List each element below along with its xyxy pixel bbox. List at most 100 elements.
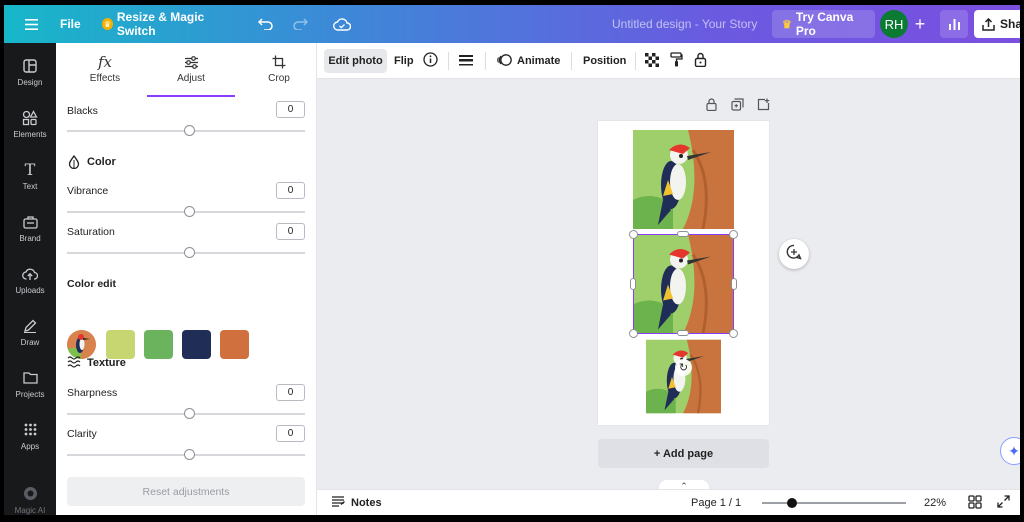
file-menu-button[interactable]: File <box>60 5 90 43</box>
rail-item-apps[interactable]: Apps <box>4 411 56 461</box>
color-edit-label: Color edit <box>67 278 116 290</box>
resize-handle-s[interactable] <box>677 330 689 336</box>
rotate-handle[interactable]: ↻ <box>675 359 692 376</box>
resize-handle-se[interactable] <box>729 329 738 338</box>
border-style-button[interactable] <box>459 49 473 73</box>
notes-button[interactable]: Notes <box>331 490 382 515</box>
rail-item-uploads[interactable]: Uploads <box>4 255 56 305</box>
blacks-label: Blacks <box>67 105 98 117</box>
blacks-slider-knob[interactable] <box>184 125 195 136</box>
rail-item-brand[interactable]: Brand <box>4 203 56 253</box>
clarity-value-input[interactable]: 0 <box>276 425 305 442</box>
woodpecker-image[interactable] <box>646 339 721 414</box>
tab-crop[interactable]: Crop <box>235 51 316 99</box>
color-swatch-photo[interactable] <box>67 330 96 359</box>
resize-handle-w[interactable] <box>630 278 636 290</box>
resize-handle-nw[interactable] <box>629 230 638 239</box>
resize-handle-e[interactable] <box>731 278 737 290</box>
design-page[interactable]: ↻ <box>598 121 769 425</box>
save-status-button[interactable] <box>330 5 354 43</box>
hamburger-icon <box>24 18 38 30</box>
woodpecker-image[interactable] <box>633 130 734 229</box>
color-swatch[interactable] <box>220 330 249 359</box>
transparency-button[interactable] <box>645 49 659 73</box>
insights-button[interactable] <box>940 10 968 38</box>
crop-icon <box>272 51 286 73</box>
clarity-slider-knob[interactable] <box>184 449 195 460</box>
user-avatar[interactable]: RH <box>880 10 908 38</box>
blacks-value-input[interactable]: 0 <box>276 101 305 118</box>
flip-button[interactable]: Flip <box>394 49 414 73</box>
rail-item-magic-ai[interactable]: Magic AI <box>4 475 56 515</box>
grid-view-button[interactable] <box>968 490 982 515</box>
animate-button[interactable]: Animate <box>497 49 560 73</box>
rail-label: Text <box>22 181 38 191</box>
rail-label: Elements <box>13 129 47 139</box>
zoom-slider-track[interactable] <box>762 502 906 504</box>
animate-label: Animate <box>517 55 561 67</box>
document-title[interactable]: Untitled design - Your Story <box>612 5 764 43</box>
canvas-area: Edit photo Flip Animate Position ↻ + Add… <box>317 43 1020 515</box>
rail-item-design[interactable]: Design <box>4 47 56 97</box>
rail-item-elements[interactable]: Elements <box>4 99 56 149</box>
left-rail: Design Elements T Text Brand Uploads Dra… <box>4 43 56 515</box>
redo-button[interactable] <box>289 5 311 43</box>
try-pro-button[interactable]: ♛ Try Canva Pro <box>772 10 875 38</box>
resize-handle-n[interactable] <box>677 231 689 237</box>
position-button[interactable]: Position <box>583 49 626 73</box>
resize-handle-ne[interactable] <box>729 230 738 239</box>
lock-icon <box>705 98 717 116</box>
info-button[interactable] <box>423 49 438 73</box>
reset-adjustments-button[interactable]: Reset adjustments <box>67 477 305 506</box>
add-member-button[interactable]: + <box>912 5 928 43</box>
color-swatch[interactable] <box>144 330 173 359</box>
edit-photo-button[interactable]: Edit photo <box>324 49 387 73</box>
zoom-slider-knob[interactable] <box>787 498 797 508</box>
resize-button[interactable]: ♛ Resize & Magic Switch <box>102 5 234 43</box>
duplicate-page-button[interactable] <box>729 98 745 115</box>
sharpness-value-input[interactable]: 0 <box>276 384 305 401</box>
rail-item-draw[interactable]: Draw <box>4 307 56 357</box>
add-page-button[interactable]: + Add page <box>598 439 769 468</box>
page-indicator[interactable]: Page 1 / 1 <box>691 490 741 515</box>
rotate-icon: ↻ <box>678 362 689 374</box>
fx-icon: fx <box>97 53 112 71</box>
sharpness-slider-knob[interactable] <box>184 408 195 419</box>
crown-icon: ♛ <box>102 18 113 30</box>
tab-effects[interactable]: fx Effects <box>61 51 149 99</box>
droplet-icon <box>67 155 81 169</box>
color-swatch[interactable] <box>182 330 211 359</box>
rail-label: Design <box>17 77 43 87</box>
lock-page-button[interactable] <box>703 98 719 116</box>
transparency-checker-icon <box>645 52 659 70</box>
color-swatch[interactable] <box>106 330 135 359</box>
vibrance-slider-knob[interactable] <box>184 206 195 217</box>
vibrance-value-input[interactable]: 0 <box>276 182 305 199</box>
fullscreen-button[interactable] <box>997 490 1010 515</box>
texture-section-header[interactable]: Texture <box>67 356 126 370</box>
divider <box>485 52 486 70</box>
section-label: Color <box>87 156 116 168</box>
tab-label: Adjust <box>177 73 205 84</box>
redo-icon <box>292 18 308 30</box>
tab-adjust[interactable]: Adjust <box>147 51 235 99</box>
menu-button[interactable] <box>20 5 42 43</box>
add-page-icon-button[interactable] <box>755 98 771 115</box>
share-button[interactable]: Sha <box>974 10 1020 38</box>
magic-assistant-button[interactable]: ✦ <box>1000 437 1020 465</box>
selection-box[interactable] <box>633 234 734 334</box>
context-toolbar: Edit photo Flip Animate Position <box>317 43 1020 79</box>
color-section-header[interactable]: Color <box>67 155 116 169</box>
resize-handle-sw[interactable] <box>629 329 638 338</box>
saturation-slider-knob[interactable] <box>184 247 195 258</box>
undo-button[interactable] <box>254 5 276 43</box>
zoom-level[interactable]: 22% <box>924 490 946 515</box>
rail-item-text[interactable]: T Text <box>4 151 56 201</box>
saturation-value-input[interactable]: 0 <box>276 223 305 240</box>
rail-item-projects[interactable]: Projects <box>4 359 56 409</box>
copy-style-button[interactable] <box>670 49 683 73</box>
section-label: Texture <box>87 357 126 369</box>
rail-label: Apps <box>20 441 40 451</box>
lock-button[interactable] <box>694 49 707 73</box>
add-comment-button[interactable] <box>779 239 809 269</box>
